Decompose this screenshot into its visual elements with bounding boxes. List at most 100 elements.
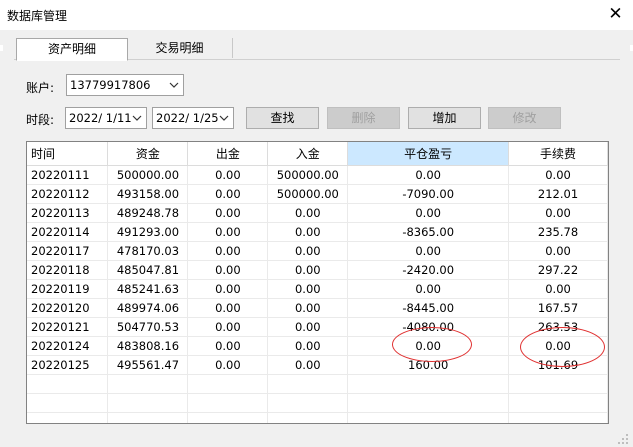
- column-header-time[interactable]: 时间: [27, 142, 109, 166]
- table-cell: 500000.00: [107, 165, 189, 185]
- empty-cell: [267, 393, 349, 413]
- table-cell: 493158.00: [107, 184, 189, 204]
- column-header-close-pnl[interactable]: 平仓盈亏: [347, 142, 510, 166]
- table-cell: 500000.00: [267, 184, 349, 204]
- table-cell: 212.01: [508, 184, 608, 204]
- empty-cell: [107, 393, 189, 413]
- empty-cell: [347, 374, 510, 394]
- start-date-picker[interactable]: 2022/ 1/11: [65, 107, 147, 129]
- table-cell: 0.00: [267, 317, 349, 337]
- table-cell: 491293.00: [107, 222, 189, 242]
- end-date-picker[interactable]: 2022/ 1/25: [152, 107, 234, 129]
- table-row[interactable]: 20220125 495561.47 0.00 0.00 160.00 101.69: [27, 355, 608, 375]
- table-cell: -2420.00: [347, 260, 510, 280]
- empty-cell: [508, 412, 608, 423]
- account-select[interactable]: 13779917806: [66, 74, 184, 96]
- table-cell: 0.00: [508, 241, 608, 261]
- table-cell: 0.00: [508, 279, 608, 299]
- empty-cell: [347, 393, 510, 413]
- table-cell: 0.00: [187, 222, 269, 242]
- table-cell: 0.00: [508, 165, 608, 185]
- table-cell: 483808.16: [107, 336, 189, 356]
- table-cell: 0.00: [508, 203, 608, 223]
- table-cell: 0.00: [187, 241, 269, 261]
- add-button[interactable]: 增加: [408, 107, 481, 129]
- table-cell: 20220125: [27, 355, 109, 375]
- edit-button[interactable]: 修改: [488, 107, 561, 129]
- table-cell: 0.00: [187, 279, 269, 299]
- table-cell: 20220112: [27, 184, 109, 204]
- table-cell: 20220118: [27, 260, 109, 280]
- table-cell: 0.00: [347, 336, 510, 356]
- table-row[interactable]: 20220114 491293.00 0.00 0.00 -8365.00 235.78: [27, 222, 608, 242]
- period-label: 时段:: [26, 113, 55, 127]
- table-cell: 101.69: [508, 355, 608, 375]
- empty-cell: [267, 412, 349, 423]
- empty-cell: [107, 412, 189, 423]
- table-cell: 0.00: [267, 279, 349, 299]
- table-cell: -8445.00: [347, 298, 510, 318]
- close-button[interactable]: ✕: [598, 0, 633, 30]
- table-cell: 0.00: [187, 355, 269, 375]
- account-value: 13779917806: [70, 78, 151, 92]
- table-cell: 167.57: [508, 298, 608, 318]
- table-cell: 160.00: [347, 355, 510, 375]
- table-cell: 0.00: [267, 203, 349, 223]
- table-cell: 485241.63: [107, 279, 189, 299]
- table-cell: 0.00: [187, 165, 269, 185]
- table-cell: 20220124: [27, 336, 109, 356]
- table-row[interactable]: 20220121 504770.53 0.00 0.00 -4080.00 263.53: [27, 317, 608, 337]
- table-cell: 0.00: [508, 336, 608, 356]
- search-button[interactable]: 查找: [246, 107, 319, 129]
- empty-cell: [187, 412, 269, 423]
- empty-cell: [27, 412, 109, 423]
- column-header-deposit[interactable]: 入金: [267, 142, 349, 166]
- table-cell: 0.00: [187, 336, 269, 356]
- table-cell: 0.00: [347, 165, 510, 185]
- empty-row: [27, 412, 608, 423]
- table-cell: 504770.53: [107, 317, 189, 337]
- table-cell: 0.00: [267, 260, 349, 280]
- table-cell: 0.00: [187, 298, 269, 318]
- table-row[interactable]: 20220117 478170.03 0.00 0.00 0.00 0.00: [27, 241, 608, 261]
- chevron-down-icon: [132, 115, 142, 121]
- table-cell: 20220120: [27, 298, 109, 318]
- account-label: 账户:: [26, 81, 55, 95]
- table-cell: 297.22: [508, 260, 608, 280]
- column-header-funds[interactable]: 资金: [107, 142, 189, 166]
- table-cell: 0.00: [187, 184, 269, 204]
- table-cell: -4080.00: [347, 317, 510, 337]
- tab-trade-detail[interactable]: 交易明细: [127, 38, 233, 58]
- table-row[interactable]: 20220120 489974.06 0.00 0.00 -8445.00 167.57: [27, 298, 608, 318]
- table-row[interactable]: 20220119 485241.63 0.00 0.00 0.00 0.00: [27, 279, 608, 299]
- chevron-down-icon: [219, 115, 229, 121]
- table-cell: 0.00: [347, 241, 510, 261]
- tab-bar: 资产明细 交易明细: [14, 38, 620, 61]
- chevron-down-icon: [169, 82, 179, 88]
- table-row[interactable]: 20220112 493158.00 0.00 500000.00 -7090.00 21…: [27, 184, 608, 204]
- table-cell: 489248.78: [107, 203, 189, 223]
- column-header-withdraw[interactable]: 出金: [187, 142, 269, 166]
- resize-grip-icon[interactable]: [617, 433, 629, 445]
- delete-button[interactable]: 删除: [327, 107, 400, 129]
- table-cell: 0.00: [347, 203, 510, 223]
- asset-table[interactable]: 时间 资金 出金 入金 平仓盈亏 手续费 20220111 500000.00 0.00 500…: [26, 141, 609, 424]
- table-cell: 0.00: [267, 298, 349, 318]
- table-cell: 0.00: [267, 355, 349, 375]
- empty-cell: [27, 393, 109, 413]
- table-cell: 0.00: [347, 279, 510, 299]
- tab-asset-detail[interactable]: 资产明细: [16, 38, 128, 61]
- column-header-fee[interactable]: 手续费: [508, 142, 608, 166]
- table-row[interactable]: 20220124 483808.16 0.00 0.00 0.00 0.00: [27, 336, 608, 356]
- asset-grid-table: 时间 资金 出金 入金 平仓盈亏 手续费 20220111 500000.00 0.00 500…: [27, 142, 608, 423]
- table-cell: 489974.06: [107, 298, 189, 318]
- table-cell: 20220121: [27, 317, 109, 337]
- table-row[interactable]: 20220113 489248.78 0.00 0.00 0.00 0.00: [27, 203, 608, 223]
- table-cell: 0.00: [267, 336, 349, 356]
- table-row[interactable]: 20220111 500000.00 0.00 500000.00 0.00 0.00: [27, 165, 608, 185]
- table-cell: 495561.47: [107, 355, 189, 375]
- table-cell: 0.00: [187, 260, 269, 280]
- table-row[interactable]: 20220118 485047.81 0.00 0.00 -2420.00 297.22: [27, 260, 608, 280]
- table-cell: 0.00: [267, 241, 349, 261]
- empty-cell: [347, 412, 510, 423]
